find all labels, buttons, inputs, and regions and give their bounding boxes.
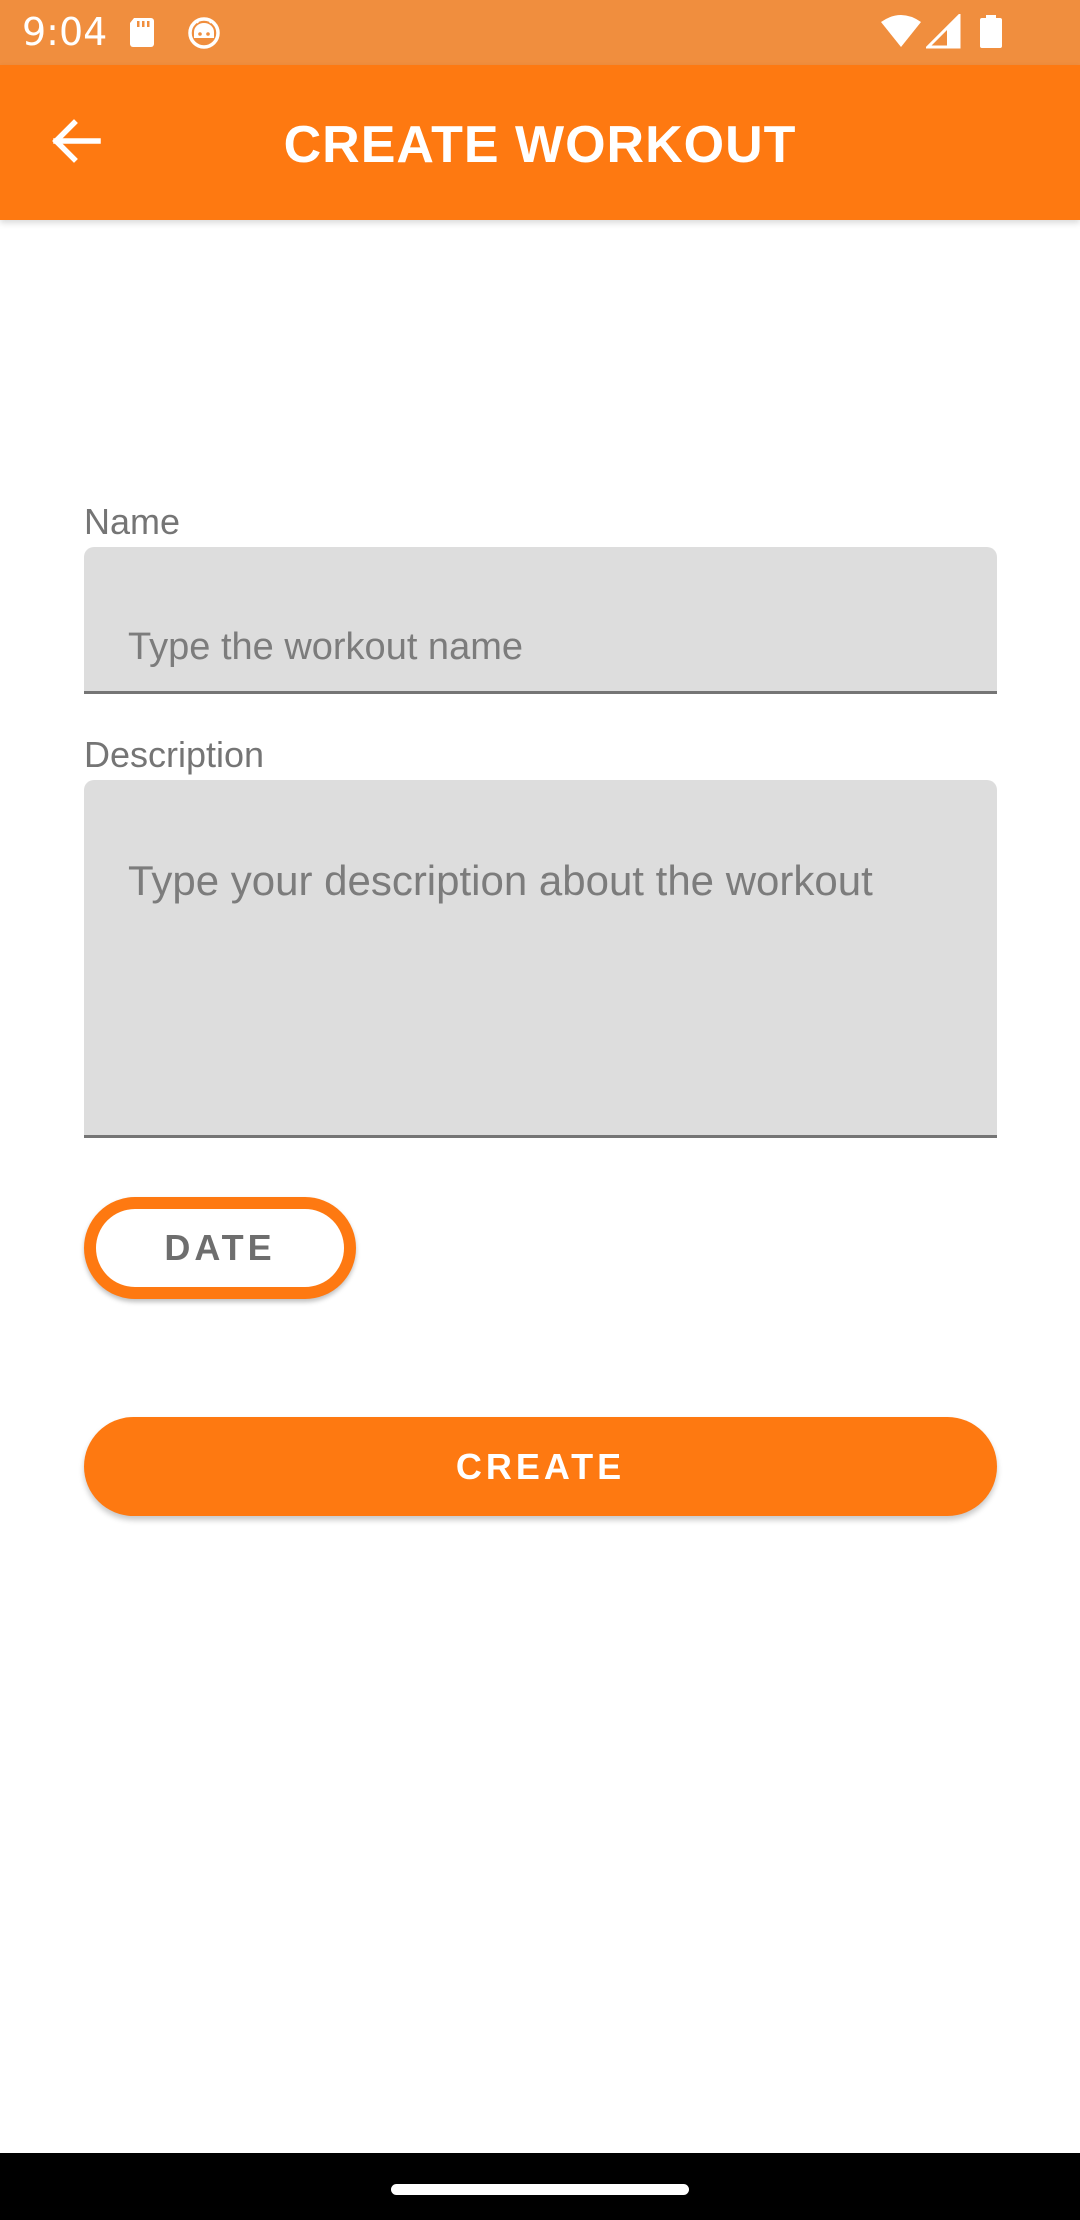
signal-icon bbox=[926, 14, 961, 49]
workout-name-input[interactable] bbox=[84, 547, 997, 691]
app-bar: CREATE WORKOUT bbox=[0, 65, 1080, 220]
description-label: Description bbox=[84, 734, 265, 775]
wifi-icon bbox=[881, 15, 921, 47]
android-icon bbox=[188, 17, 220, 49]
name-field bbox=[84, 547, 997, 694]
status-time: 9:04 bbox=[22, 10, 108, 54]
battery-icon bbox=[980, 15, 1002, 48]
date-button[interactable]: DATE bbox=[84, 1197, 356, 1299]
create-button[interactable]: CREATE bbox=[84, 1417, 997, 1516]
home-handle[interactable] bbox=[391, 2184, 689, 2195]
create-workout-screen: 9:04 CREATE WORKOUT Name Type the workou… bbox=[0, 0, 1080, 2220]
name-label: Name bbox=[84, 501, 181, 542]
navigation-bar bbox=[0, 2153, 1080, 2220]
description-field bbox=[84, 780, 997, 1138]
sd-card-icon bbox=[130, 18, 154, 47]
workout-description-input[interactable] bbox=[84, 780, 997, 1135]
status-bar: 9:04 bbox=[0, 0, 1080, 65]
page-title: CREATE WORKOUT bbox=[283, 116, 797, 174]
